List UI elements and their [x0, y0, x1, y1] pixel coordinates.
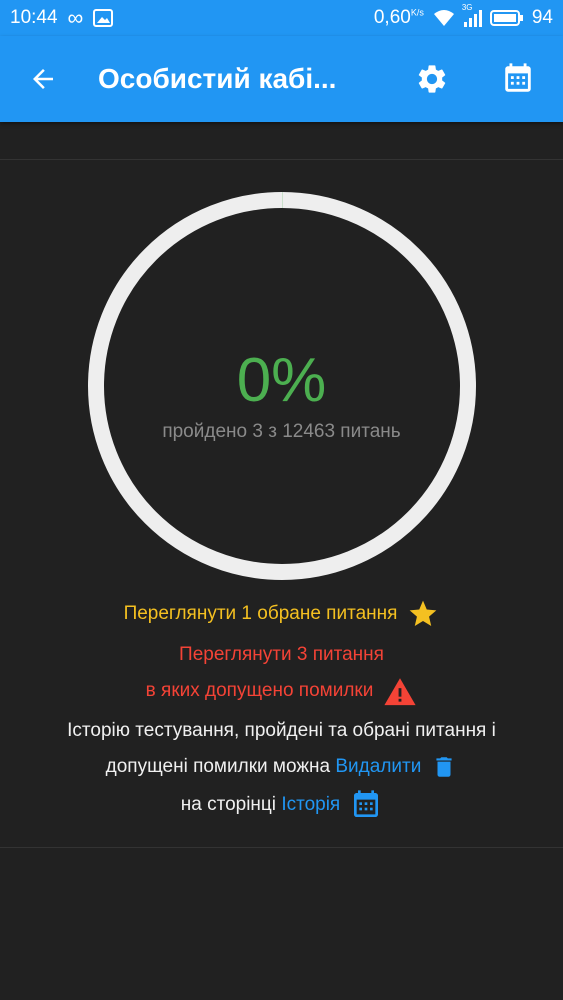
delete-link[interactable]: Видалити: [335, 756, 421, 777]
status-bar: 10:44 ∞ 0,60K/s 3G 94: [0, 0, 563, 36]
info-text-1: Історію тестування, пройдені та обрані п…: [67, 720, 496, 741]
status-speed-value: 0,60: [373, 7, 411, 28]
mistakes-link-label-2: в яких допущено помилки: [145, 680, 374, 701]
app-bar: Особистий кабі...: [0, 36, 563, 122]
gear-icon[interactable]: [415, 62, 449, 96]
calendar-icon[interactable]: [501, 62, 535, 96]
app-bar-actions: [415, 62, 535, 96]
mistakes-link-label-1: Переглянути 3 питання: [179, 644, 384, 665]
progress-passed-text: пройдено 3 з 12463 питань: [162, 421, 401, 442]
image-icon: [93, 9, 114, 27]
info-text-3-label: на сторінці: [180, 794, 277, 815]
warning-icon: [384, 678, 416, 706]
status-time: 10:44: [10, 7, 58, 28]
info-line-2: допущені помилки можна Видалити: [0, 750, 563, 784]
favorites-link-label: Переглянути 1 обране питання: [123, 603, 398, 624]
history-link[interactable]: Історія: [281, 794, 340, 815]
battery-icon: [489, 10, 523, 26]
info-line-1: Історію тестування, пройдені та обрані п…: [0, 716, 563, 746]
info-text-2: допущені помилки можна Видалити: [106, 756, 422, 778]
history-calendar-icon[interactable]: [350, 789, 382, 821]
network-type: 3G: [461, 3, 473, 12]
info-text-2-label: допущені помилки можна: [105, 756, 331, 777]
mistakes-link-line2[interactable]: в яких допущено помилки: [0, 674, 563, 708]
page-title: Особистий кабі...: [98, 63, 337, 94]
status-speed: 0,60K/s: [374, 7, 424, 29]
star-icon: [410, 600, 437, 626]
top-divider: [0, 159, 563, 160]
info-text-3: на сторінці Історія: [181, 794, 340, 816]
progress-percent: 0%: [236, 346, 327, 415]
battery-level: 94: [531, 7, 553, 28]
mistakes-link-line1[interactable]: Переглянути 3 питання: [0, 640, 563, 670]
arrow-left-icon[interactable]: [28, 64, 58, 94]
status-right: 0,60K/s 3G 94: [374, 3, 553, 29]
signal-icon: 3G: [462, 3, 482, 27]
trash-icon[interactable]: [431, 752, 457, 782]
info-line-3: на сторінці Історія: [0, 788, 563, 822]
status-speed-unit: K/s: [410, 7, 424, 18]
bottom-divider: [0, 847, 563, 848]
infinity-icon: ∞: [67, 5, 84, 30]
favorites-link[interactable]: Переглянути 1 обране питання: [0, 598, 563, 630]
wifi-icon: [433, 10, 454, 26]
status-left: 10:44 ∞: [10, 5, 114, 31]
